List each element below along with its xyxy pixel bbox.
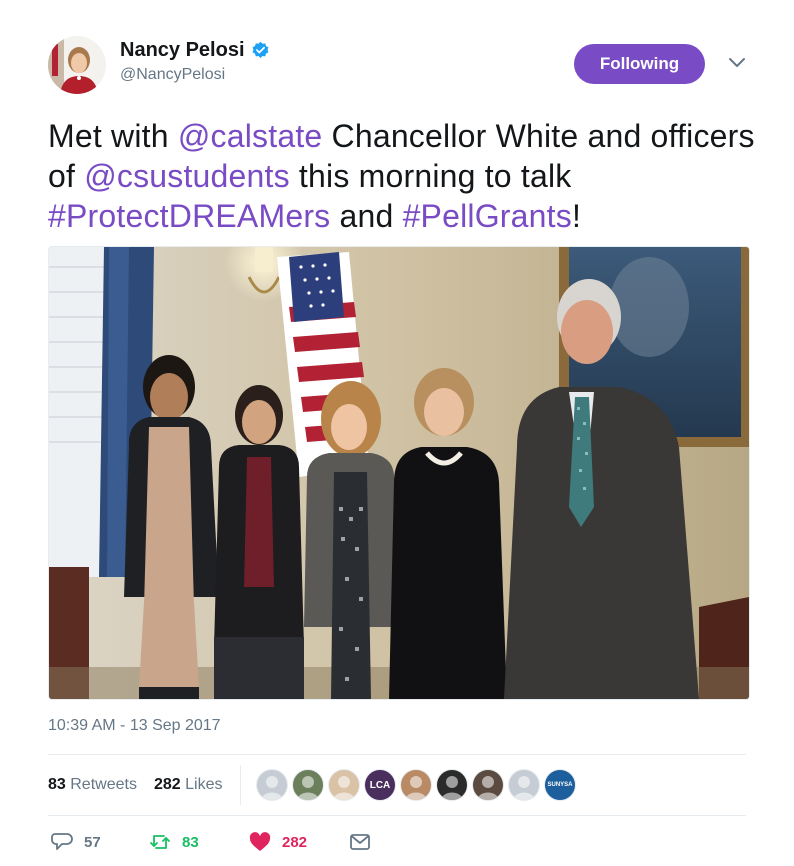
envelope-icon [350,834,370,850]
hashtag-link[interactable]: #PellGrants [403,198,572,234]
avatar[interactable] [48,36,106,94]
hashtag-link[interactable]: #ProtectDREAMers [48,198,330,234]
reply-icon [51,833,73,850]
liker-avatar[interactable] [436,769,468,801]
chevron-down-icon[interactable] [728,56,746,70]
reply-button[interactable]: 57 [50,830,101,854]
direct-message-button[interactable] [348,830,372,854]
liker-avatar[interactable]: LCA [364,769,396,801]
retweets-count: 83 [48,776,66,793]
author-handle[interactable]: @NancyPelosi [120,66,270,84]
retweets-stat[interactable]: 83 Retweets [48,776,137,794]
tweet-text-segment: ! [571,198,582,234]
mention-link[interactable]: @csustudents [84,158,290,194]
tweet-text-segment: and [330,198,403,234]
liker-avatar[interactable] [256,769,288,801]
retweet-icon [150,835,170,849]
tweet-card: Nancy Pelosi @NancyPelosi Following Met … [0,0,794,866]
tweet-photo[interactable] [48,246,750,700]
like-count: 282 [282,833,308,851]
verified-badge-icon [252,41,268,58]
likes-count: 282 [154,776,181,793]
author-name[interactable]: Nancy Pelosi [120,38,245,62]
likes-stat[interactable]: 282 Likes [154,776,223,794]
reply-count: 57 [84,833,101,851]
group-photo-image [49,247,749,699]
stats-separator [240,765,241,805]
like-button[interactable]: 282 [248,830,307,854]
tweet-text-segment: this morning to talk [289,158,572,194]
author-name-row[interactable]: Nancy Pelosi [120,38,270,62]
liker-avatar[interactable] [508,769,540,801]
tweet-text: Met with @calstate Chancellor White and … [48,116,768,236]
tweet-text-segment: Met with [48,118,178,154]
retweets-label: Retweets [70,776,137,793]
author-block: Nancy Pelosi @NancyPelosi [120,38,270,84]
tweet-header: Nancy Pelosi @NancyPelosi Following [48,36,754,98]
following-button[interactable]: Following [574,44,705,84]
tweet-actions: 57 83 282 [48,830,746,860]
liker-avatar[interactable] [292,769,324,801]
liker-avatar[interactable] [328,769,360,801]
likes-label: Likes [185,776,223,793]
avatar-photo [48,36,106,94]
retweet-button[interactable]: 83 [148,830,199,854]
tweet-stats: 83 Retweets 282 Likes LCA SUNYSA [48,755,746,815]
heart-icon [249,832,271,851]
liker-avatar[interactable]: SUNYSA [544,769,576,801]
mention-link[interactable]: @calstate [178,118,323,154]
divider [48,815,746,816]
liker-avatar[interactable] [400,769,432,801]
liker-avatar[interactable] [472,769,504,801]
retweet-count: 83 [182,833,199,851]
tweet-timestamp[interactable]: 10:39 AM - 13 Sep 2017 [48,717,221,735]
